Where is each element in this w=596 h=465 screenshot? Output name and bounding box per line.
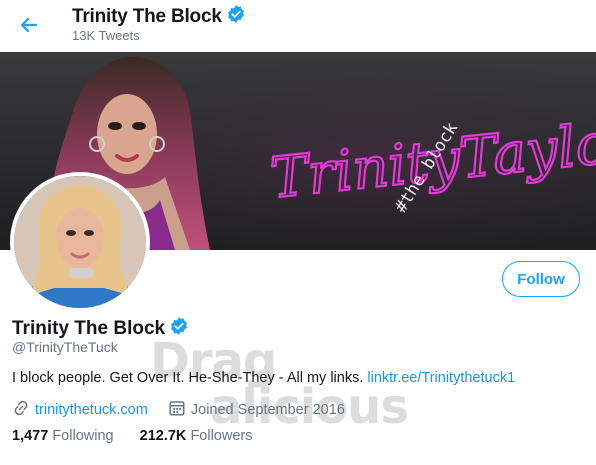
back-arrow-icon[interactable] [16, 12, 42, 38]
profile-bio: I block people. Get Over It. He-She-They… [12, 370, 515, 386]
profile-name: Trinity The Block [12, 318, 166, 340]
avatar[interactable] [10, 172, 150, 312]
joined-date: Joined September 2016 [190, 402, 345, 418]
bio-text: I block people. Get Over It. He-She-They… [12, 370, 368, 386]
header-title-row: Trinity The Block [72, 4, 246, 30]
link-icon [12, 399, 30, 421]
header-title: Trinity The Block [72, 6, 222, 28]
calendar-icon [168, 399, 186, 421]
website-link[interactable]: trinitythetuck.com [35, 402, 148, 418]
profile-handle: @TrinityTheTuck [12, 339, 118, 355]
profile-stats: 1,477 Following 212.7K Followers [12, 428, 252, 444]
verified-badge-icon [226, 4, 246, 30]
following-count: 1,477 [12, 428, 49, 444]
tweet-count: 13K Tweets [72, 28, 140, 43]
followers-label: Followers [190, 428, 253, 444]
followers-count: 212.7K [139, 428, 187, 444]
profile-meta: trinitythetuck.com Joined September 2016 [12, 399, 345, 421]
followers-stat[interactable]: 212.7K Followers [140, 428, 253, 444]
verified-badge-icon [169, 316, 189, 342]
bio-link[interactable]: linktr.ee/Trinitythetuck1 [367, 370, 515, 386]
following-stat[interactable]: 1,477 Following [12, 428, 114, 444]
follow-button[interactable]: Follow [502, 261, 580, 297]
following-label: Following [52, 428, 114, 444]
top-bar: Trinity The Block 13K Tweets [0, 0, 596, 52]
